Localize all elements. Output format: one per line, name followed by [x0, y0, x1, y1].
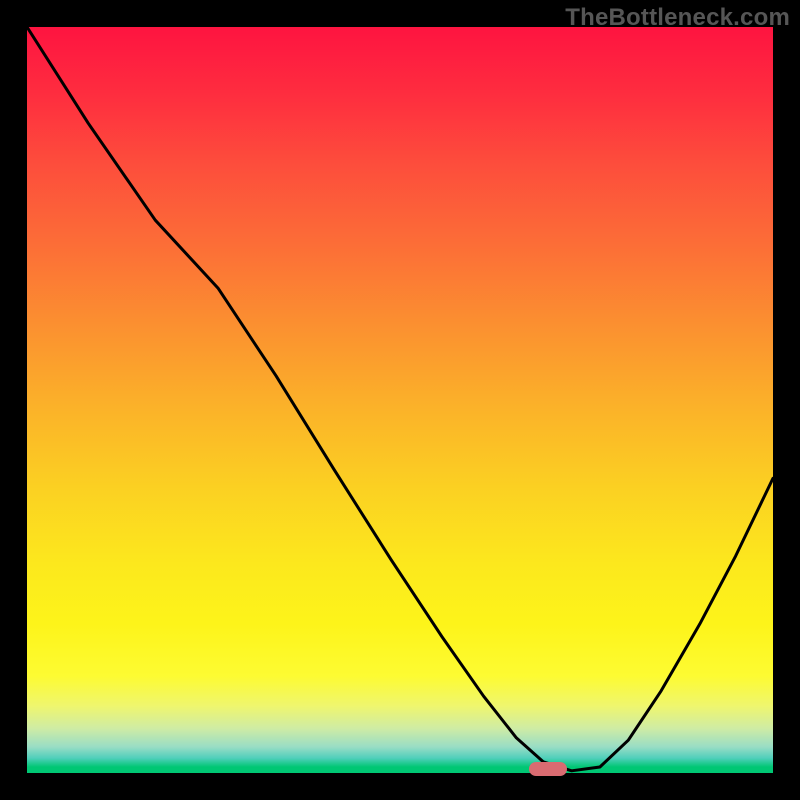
watermark-text: TheBottleneck.com — [565, 4, 790, 32]
line-curve — [27, 27, 773, 773]
chart-frame: TheBottleneck.com — [0, 0, 800, 800]
bottleneck-marker — [529, 762, 567, 776]
